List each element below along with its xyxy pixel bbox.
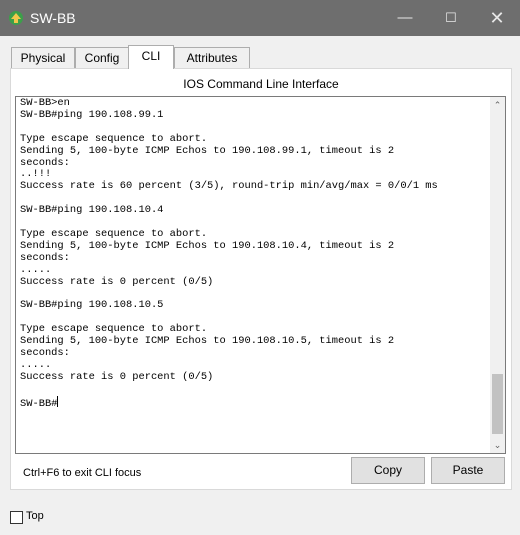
window-title: SW-BB xyxy=(30,10,76,26)
console-prompt: SW-BB# xyxy=(20,397,58,410)
console-line: SW-BB#ping 190.108.10.4 xyxy=(20,204,164,217)
console-line: ..... xyxy=(20,263,52,276)
copy-button[interactable]: Copy xyxy=(351,457,425,484)
text-cursor xyxy=(57,395,59,407)
console-line: Sending 5, 100-byte ICMP Echos to 190.10… xyxy=(20,144,395,157)
cli-console[interactable]: SW-BB>en SW-BB#ping 190.108.99.1 Type es… xyxy=(15,96,506,454)
console-line: seconds: xyxy=(20,251,70,264)
cli-focus-hint: Ctrl+F6 to exit CLI focus xyxy=(23,467,142,479)
console-line: Success rate is 0 percent (0/5) xyxy=(20,370,214,383)
maximize-button[interactable]: ☐ xyxy=(428,0,474,36)
scroll-up-icon[interactable]: ⌃ xyxy=(490,97,505,113)
console-output[interactable]: SW-BB>en SW-BB#ping 190.108.99.1 Type es… xyxy=(20,97,482,411)
console-line: Success rate is 0 percent (0/5) xyxy=(20,275,214,288)
console-line: Success rate is 60 percent (3/5), round-… xyxy=(20,180,438,193)
console-line: ..... xyxy=(20,358,52,371)
console-line: Type escape sequence to abort. xyxy=(20,323,208,336)
console-line: SW-BB#ping 190.108.10.5 xyxy=(20,299,164,312)
tab-attributes[interactable]: Attributes xyxy=(174,47,250,68)
vertical-scrollbar[interactable]: ⌃ ⌄ xyxy=(490,97,505,453)
console-line: seconds: xyxy=(20,347,70,360)
panel-title: IOS Command Line Interface xyxy=(183,77,339,91)
cli-panel: IOS Command Line Interface SW-BB>en SW-B… xyxy=(10,68,512,490)
scroll-thumb[interactable] xyxy=(492,374,503,434)
console-line: ..!!! xyxy=(20,168,52,181)
console-line: seconds: xyxy=(20,156,70,169)
title-bar: SW-BB — ☐ ✕ xyxy=(0,0,520,36)
tab-config[interactable]: Config xyxy=(75,47,129,68)
console-line: Sending 5, 100-byte ICMP Echos to 190.10… xyxy=(20,239,395,252)
scroll-down-icon[interactable]: ⌄ xyxy=(490,437,505,453)
paste-button[interactable]: Paste xyxy=(431,457,505,484)
console-line: Type escape sequence to abort. xyxy=(20,227,208,240)
console-line: SW-BB#ping 190.108.99.1 xyxy=(20,108,164,121)
tab-cli[interactable]: CLI xyxy=(128,45,174,69)
console-lines: SW-BB>en SW-BB#ping 190.108.99.1 Type es… xyxy=(20,97,438,383)
tab-physical[interactable]: Physical xyxy=(11,47,75,68)
top-checkbox-label: Top xyxy=(26,510,44,522)
console-line: Sending 5, 100-byte ICMP Echos to 190.10… xyxy=(20,335,395,348)
minimize-button[interactable]: — xyxy=(382,0,428,36)
close-button[interactable]: ✕ xyxy=(474,0,520,36)
console-line: Type escape sequence to abort. xyxy=(20,132,208,145)
top-checkbox[interactable] xyxy=(10,511,23,524)
packet-tracer-device-icon xyxy=(9,11,23,25)
console-line: SW-BB>en xyxy=(20,97,70,109)
